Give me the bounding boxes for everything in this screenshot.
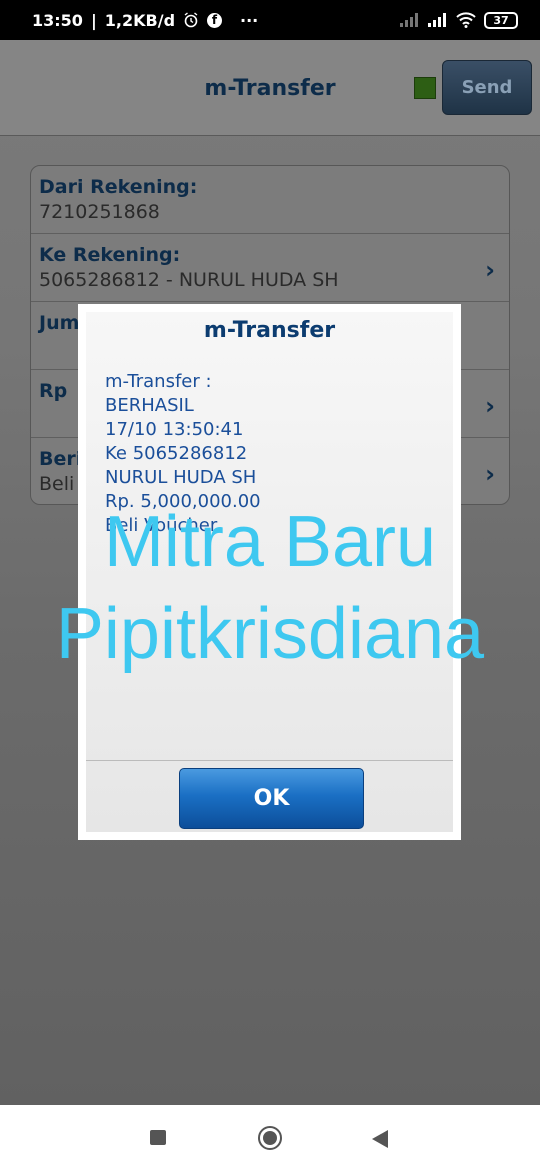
watermark-line-1: Mitra Baru (103, 502, 437, 582)
wifi-icon (456, 12, 476, 28)
signal-icon-2 (428, 13, 448, 27)
net-speed: 1,2KB/d (104, 10, 176, 30)
status-bar: 13:50 | 1,2KB/d f ··· 37 (0, 0, 540, 40)
dialog-divider (86, 760, 453, 761)
chevron-right-icon: › (485, 256, 495, 284)
to-account-row[interactable]: Ke Rekening: 5065286812 - NURUL HUDA SH … (31, 234, 509, 302)
status-time: 13:50 (32, 10, 83, 30)
signal-icon-1 (400, 13, 420, 27)
from-account-label: Dari Rekening: (39, 176, 198, 198)
message-line: BERHASIL (105, 395, 194, 416)
ok-button[interactable]: OK (179, 768, 364, 829)
battery-icon: 37 (484, 11, 518, 29)
more-notifications: ··· (240, 10, 259, 30)
chevron-right-icon: › (485, 460, 495, 488)
from-account-row[interactable]: Dari Rekening: 7210251868 (31, 166, 509, 234)
watermark-line-2: Pipitkrisdiana (55, 594, 485, 674)
alarm-icon (183, 12, 199, 28)
chevron-right-icon: › (485, 392, 495, 420)
to-account-label: Ke Rekening: (39, 244, 181, 266)
dialog-title: m-Transfer (203, 318, 336, 343)
to-account-value: 5065286812 - NURUL HUDA SH (39, 269, 339, 291)
message-line: Ke 5065286812 (105, 443, 248, 464)
message-line: m-Transfer : (105, 371, 212, 392)
send-button[interactable]: Send (442, 60, 532, 115)
message-line: 17/10 13:50:41 (105, 419, 244, 440)
app-header: m-Transfer Send (0, 40, 540, 136)
message-line: NURUL HUDA SH (105, 467, 257, 488)
back-icon[interactable] (372, 1130, 388, 1148)
from-account-value: 7210251868 (39, 201, 160, 223)
facebook-icon: f (207, 12, 223, 28)
status-divider: | (90, 10, 97, 30)
home-icon[interactable] (258, 1126, 282, 1150)
status-indicator (414, 77, 436, 99)
navigation-bar (0, 1105, 540, 1170)
recent-apps-icon[interactable] (150, 1130, 166, 1145)
